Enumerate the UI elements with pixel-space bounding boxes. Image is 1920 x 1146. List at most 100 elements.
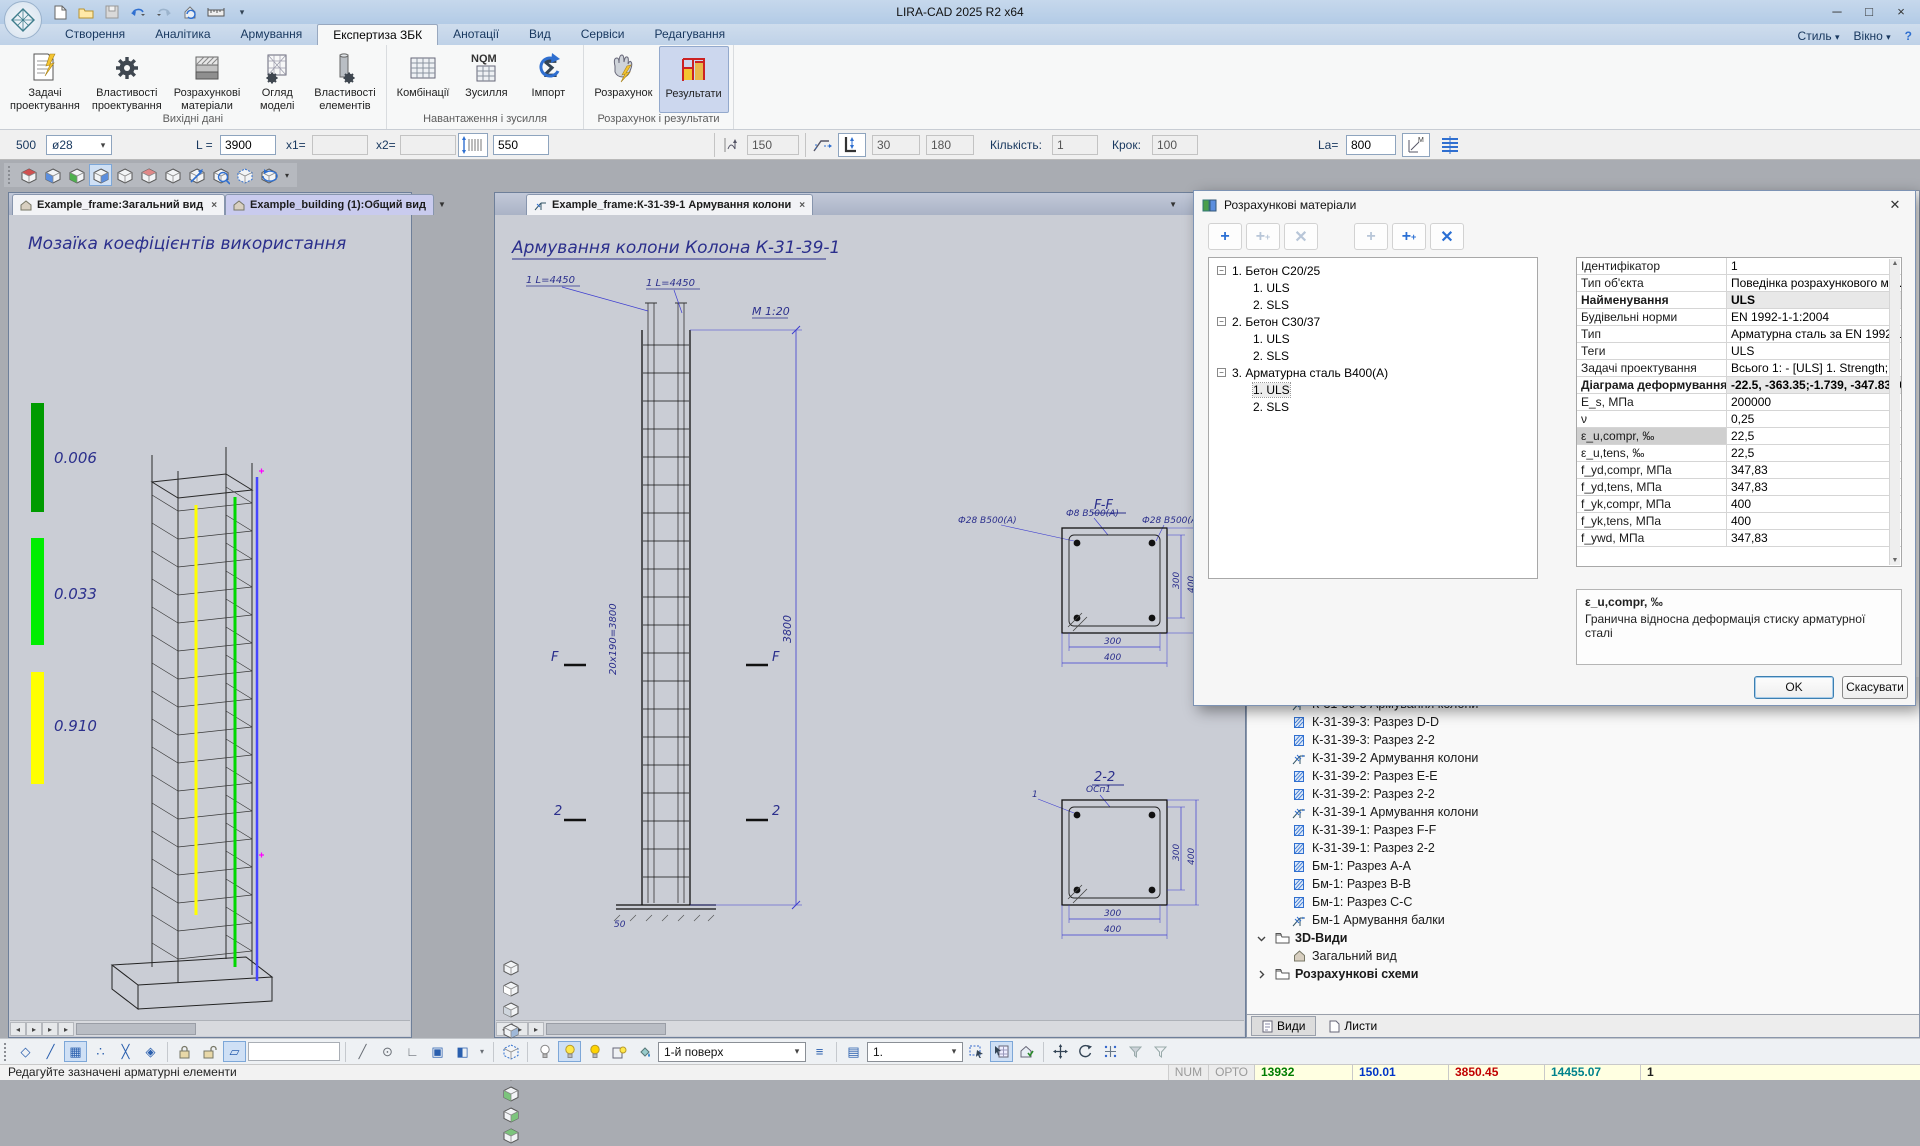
tab-views[interactable]: Види [1251,1016,1316,1036]
close-button[interactable]: × [1886,2,1916,22]
tab-sheets[interactable]: Листи [1318,1016,1388,1036]
close-icon[interactable]: × [796,200,805,211]
forces-button[interactable]: NQM Зусилля [455,46,517,113]
limit-state-node[interactable]: 1. ULS [1209,330,1537,347]
tab-building-view[interactable]: Example_building (1):Общий вид [225,194,434,215]
tree-item[interactable]: К-31-39-2 Армування колони [1247,749,1919,767]
chevron-down-icon[interactable] [1253,931,1269,945]
filter-edit-disabled-icon[interactable] [1149,1041,1172,1062]
menu-tab[interactable]: Редагування [640,24,741,45]
ok-button[interactable]: OK [1754,676,1834,699]
property-row[interactable]: f_yk,tens, МПа400 [1577,513,1901,530]
scroll-left-icon[interactable]: ◂ [10,1022,26,1036]
unlock-icon[interactable] [198,1041,221,1062]
property-value[interactable]: Поведінка розрахункового ма... [1727,275,1901,291]
collapse-icon[interactable]: − [1217,266,1226,275]
property-value[interactable]: 200000 [1727,394,1901,410]
collapse-icon[interactable]: − [1217,368,1226,377]
light-on-icon[interactable] [558,1041,581,1062]
section-x-icon[interactable]: ▣ [426,1041,449,1062]
element-properties-button[interactable]: Властивостіелементів [308,46,381,113]
design-tasks-button[interactable]: Задачіпроектування [4,46,86,113]
draw-line-icon[interactable]: ╱ [351,1041,374,1062]
menu-tab[interactable]: Аналітика [140,24,225,45]
window-menu[interactable]: Вікно ▾ [1854,29,1891,43]
property-row[interactable]: f_ywd, МПа347,83 [1577,530,1901,547]
tab-general-view[interactable]: Example_frame:Загальний вид × [12,194,225,215]
draw-angle-icon[interactable]: ∟ [401,1041,424,1062]
scroll-mode-icon[interactable]: ▸ [26,1022,42,1036]
filter-table-icon[interactable]: ▤ [842,1041,865,1062]
drawing-canvas[interactable]: Армування колони Колона К-31-39-1 М 1:20… [496,215,1244,1019]
property-value[interactable]: 400 [1727,496,1901,512]
section-y-icon[interactable]: ◧ [451,1041,474,1062]
x2-input[interactable] [400,135,456,155]
property-row[interactable]: f_yd,compr, МПа347,83 [1577,462,1901,479]
tree-item[interactable]: Бм-1: Разрез А-А [1247,857,1919,875]
toolbar-grip[interactable] [4,1043,9,1061]
snap-node-icon[interactable]: ◇ [14,1041,37,1062]
property-value[interactable]: 347,83 [1727,479,1901,495]
model-review-button[interactable]: Оглядмоделі [246,46,308,113]
scroll-thumb[interactable] [76,1023,196,1035]
snap-midpoint-icon[interactable]: ◈ [139,1041,162,1062]
tab-overflow-icon[interactable]: ▼ [434,200,450,209]
collapse-icon[interactable]: − [1217,317,1226,326]
menu-tab[interactable]: Армування [226,24,318,45]
snap-points-icon[interactable]: ∴ [89,1041,112,1062]
zoom-view-icon[interactable] [209,164,232,186]
scroll-down-icon[interactable]: ▼ [1892,557,1899,564]
property-row[interactable]: Тип об'єктаПоведінка розрахункового ма..… [1577,275,1901,292]
property-value[interactable]: Всього 1: - [ULS] 1. Strength; [1727,360,1901,376]
tree-item[interactable]: К-31-39-1: Разрез F-F [1247,821,1919,839]
view-front-icon[interactable] [41,164,64,186]
sync-model-icon[interactable] [180,3,200,21]
shaded-edges-view-icon[interactable] [499,1020,522,1041]
limit-state-node[interactable]: 2. SLS [1209,347,1537,364]
floor-list-icon[interactable]: ≡ [808,1041,831,1062]
close-icon[interactable]: × [208,200,217,211]
property-row[interactable]: f_yk,compr, МПа400 [1577,496,1901,513]
tree-item[interactable]: К-31-39-3: Разрез 2-2 [1247,731,1919,749]
material-node[interactable]: −2. Бетон С30/37 [1209,313,1537,330]
tree-item[interactable]: К-31-39-2: Разрез 2-2 [1247,785,1919,803]
la-input[interactable] [1346,135,1396,155]
stirrup-spacing-icon[interactable] [458,133,488,157]
tab-column-rebar[interactable]: Example_frame:К-31-39-1 Армування колони… [526,194,813,215]
property-value[interactable]: 22,5 [1727,428,1901,444]
property-row[interactable]: ε_u,compr, ‰22,5 [1577,428,1901,445]
property-value[interactable]: 347,83 [1727,530,1901,546]
help-button[interactable]: ? [1905,29,1912,43]
property-row[interactable]: Будівельні нормиEN 1992-1-1:2004 [1577,309,1901,326]
calculate-button[interactable]: Розрахунок [588,46,658,113]
property-row[interactable]: ТегиULS [1577,343,1901,360]
home-view-icon[interactable] [1015,1041,1038,1062]
bend1-input[interactable] [872,135,920,155]
ruler-icon[interactable] [206,3,226,21]
length-input[interactable] [220,135,276,155]
property-row[interactable]: НайменуванняULS [1577,292,1901,309]
scroll-up-icon[interactable]: ▲ [1892,260,1899,267]
qat-overflow-icon[interactable]: ▾ [232,3,252,21]
left-hscrollbar[interactable]: ◂▸▸▸ [10,1020,410,1036]
property-row[interactable]: ТипАрматурна сталь за EN 1992-1... [1577,326,1901,343]
tree-item[interactable]: К-31-39-1 Армування колони [1247,803,1919,821]
style-menu[interactable]: Стиль ▾ [1798,29,1840,43]
property-value[interactable]: 347,83 [1727,462,1901,478]
limit-state-node[interactable]: 1. ULS [1209,279,1537,296]
property-row[interactable]: ν0,25 [1577,411,1901,428]
chevron-right-icon[interactable] [1253,967,1269,981]
property-value[interactable]: Арматурна сталь за EN 1992-1... [1727,326,1901,342]
x1-input[interactable] [312,135,368,155]
num-indicator[interactable]: NUM [1168,1065,1208,1080]
maximize-button[interactable]: □ [1854,2,1884,22]
transparent-view-icon[interactable] [499,1041,522,1062]
property-value[interactable]: 400 [1727,513,1901,529]
limit-state-node[interactable]: 2. SLS [1209,398,1537,415]
add-state-disabled-button[interactable]: + [1354,223,1388,250]
wireframe-view-icon[interactable] [499,957,522,978]
property-value[interactable]: 1 [1727,258,1901,274]
menu-tab[interactable]: Сервіси [566,24,640,45]
select-frame-icon[interactable] [965,1041,988,1062]
tree-item[interactable]: К-31-39-3: Разрез D-D [1247,713,1919,731]
